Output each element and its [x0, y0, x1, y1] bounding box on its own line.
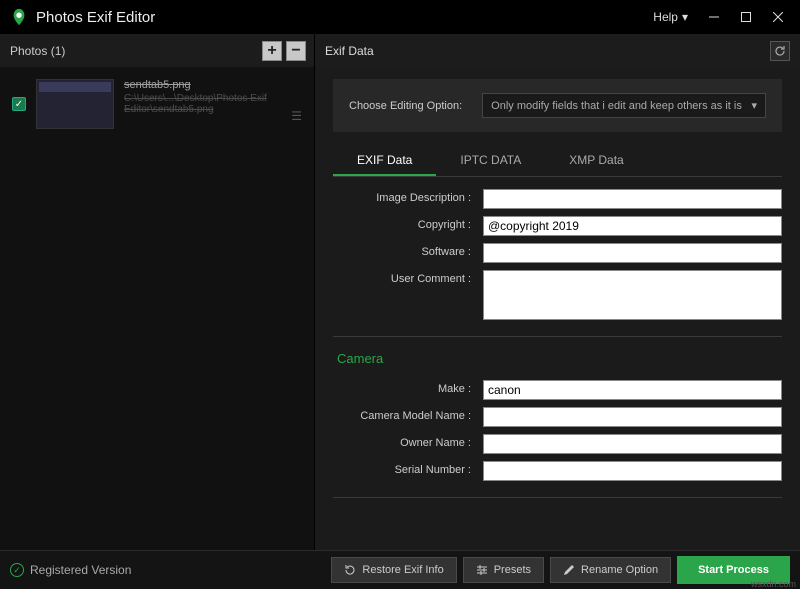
close-button[interactable] — [762, 0, 794, 34]
chevron-down-icon: ▾ — [682, 10, 688, 24]
chevron-down-icon: ▾ — [751, 99, 757, 112]
photo-item[interactable]: ✓ sendtab5.png C:\Users\...\Desktop\Phot… — [0, 67, 314, 141]
tabs: EXIF Data IPTC DATA XMP Data — [333, 146, 782, 177]
tab-exif[interactable]: EXIF Data — [333, 146, 436, 176]
check-circle-icon: ✓ — [10, 563, 24, 577]
photo-checkbox[interactable]: ✓ — [12, 97, 26, 111]
photos-count: Photos (1) — [10, 44, 65, 58]
owner-input[interactable] — [483, 434, 782, 454]
tab-iptc[interactable]: IPTC DATA — [436, 146, 545, 176]
app-title: Photos Exif Editor — [36, 9, 155, 26]
file-path: C:\Users\...\Desktop\Photos Exif Editor\… — [124, 93, 281, 115]
app-logo-icon — [10, 8, 28, 26]
main-title: Exif Data — [325, 44, 374, 58]
file-info: sendtab5.png C:\Users\...\Desktop\Photos… — [124, 79, 281, 115]
user-comment-input[interactable] — [483, 270, 782, 320]
restore-exif-button[interactable]: Restore Exif Info — [331, 557, 456, 583]
model-label: Camera Model Name : — [333, 407, 483, 422]
image-description-label: Image Description : — [333, 189, 483, 204]
item-menu-icon[interactable]: ☰ — [291, 109, 302, 123]
presets-button[interactable]: Presets — [463, 557, 544, 583]
serial-input[interactable] — [483, 461, 782, 481]
remove-photo-button[interactable]: − — [286, 41, 306, 61]
watermark: wsxdn.com — [751, 579, 796, 589]
user-comment-label: User Comment : — [333, 270, 483, 285]
photo-thumbnail — [36, 79, 114, 129]
restore-icon — [344, 564, 356, 576]
add-photo-button[interactable]: + — [262, 41, 282, 61]
copyright-label: Copyright : — [333, 216, 483, 231]
file-name: sendtab5.png — [124, 79, 281, 91]
main-panel: Exif Data Choose Editing Option: Only mo… — [315, 34, 800, 550]
software-label: Software : — [333, 243, 483, 258]
software-input[interactable] — [483, 243, 782, 263]
image-description-input[interactable] — [483, 189, 782, 209]
main-header: Exif Data — [315, 34, 800, 67]
rename-option-button[interactable]: Rename Option — [550, 557, 671, 583]
serial-label: Serial Number : — [333, 461, 483, 476]
help-menu[interactable]: Help ▾ — [643, 10, 698, 24]
registration-status: ✓ Registered Version — [10, 563, 131, 577]
make-input[interactable] — [483, 380, 782, 400]
make-label: Make : — [333, 380, 483, 395]
maximize-button[interactable] — [730, 0, 762, 34]
minimize-button[interactable] — [698, 0, 730, 34]
owner-label: Owner Name : — [333, 434, 483, 449]
footer: ✓ Registered Version Restore Exif Info P… — [0, 550, 800, 589]
tab-xmp[interactable]: XMP Data — [545, 146, 647, 176]
sidebar-header: Photos (1) + − — [0, 34, 314, 67]
refresh-button[interactable] — [770, 41, 790, 61]
editing-option-select[interactable]: Only modify fields that i edit and keep … — [482, 93, 766, 118]
titlebar: Photos Exif Editor Help ▾ — [0, 0, 800, 34]
editing-option-bar: Choose Editing Option: Only modify field… — [333, 79, 782, 132]
copyright-input[interactable] — [483, 216, 782, 236]
editing-option-label: Choose Editing Option: — [349, 100, 462, 112]
pencil-icon — [563, 564, 575, 576]
presets-icon — [476, 564, 488, 576]
sidebar: Photos (1) + − ✓ sendtab5.png C:\Users\.… — [0, 34, 315, 550]
model-input[interactable] — [483, 407, 782, 427]
camera-section-title: Camera — [337, 351, 782, 366]
